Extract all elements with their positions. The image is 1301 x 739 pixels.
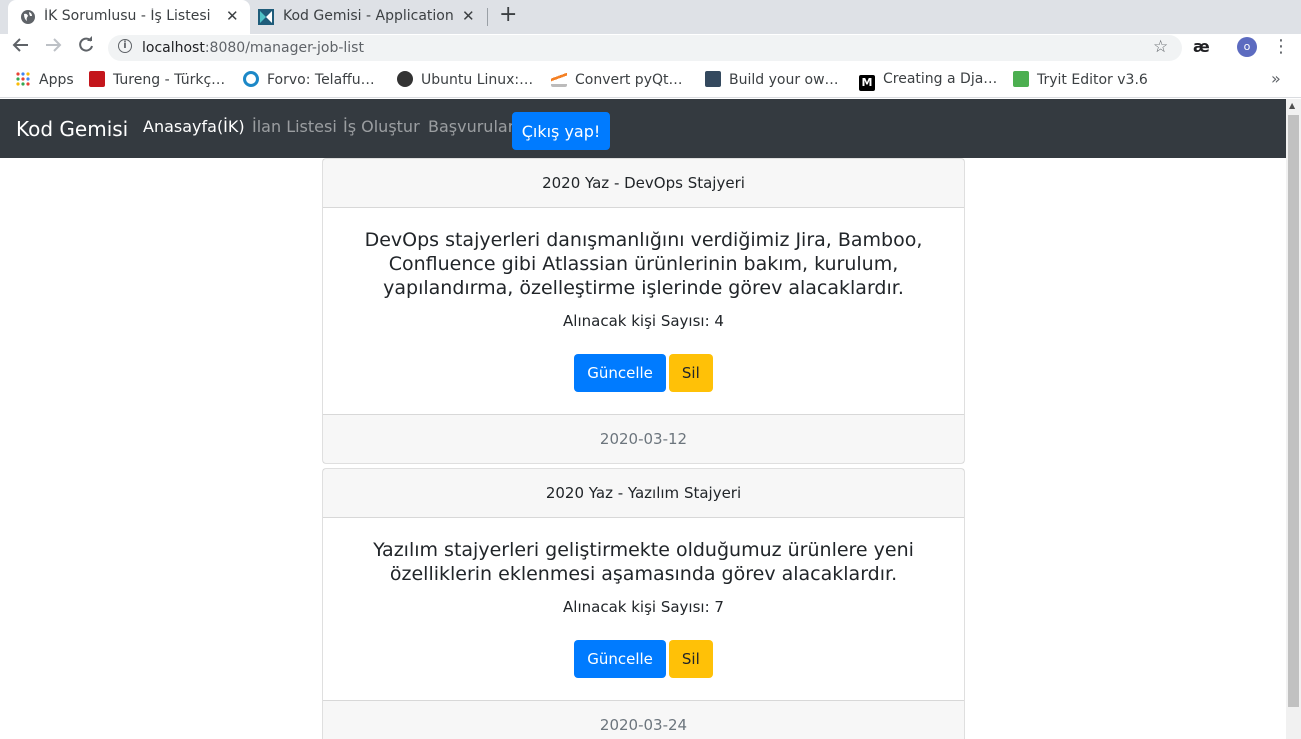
navbar-brand[interactable]: Kod Gemisi [16,117,128,141]
browser-tab[interactable]: Kod Gemisi - Application ✕ [250,0,486,34]
scrollbar-thumb[interactable] [1288,115,1299,707]
new-tab-button[interactable]: + [499,2,517,27]
bookmark-tureng[interactable]: Tureng - Türkç… [89,71,225,88]
job-description: DevOps stajyerleri danışmanlığını verdiğ… [364,229,923,299]
close-icon[interactable]: ✕ [226,7,239,25]
scroll-up-arrow-icon[interactable]: ▲ [1289,101,1295,110]
job-card: 2020 Yaz - DevOps Stajyeri DevOps stajye… [322,158,965,464]
medium-icon: M [859,75,875,91]
logout-button[interactable]: Çıkış yap! [512,112,610,150]
page-viewport: Kod Gemisi Anasayfa(İK) İlan Listesi İş … [0,99,1286,739]
w3schools-icon [1013,71,1029,87]
nav-link-home[interactable]: Anasayfa(İK) [143,117,245,136]
tab-title: Kod Gemisi - Application [283,8,454,24]
tab-title: İK Sorumlusu - İş Listesi [44,8,211,24]
globe-icon [20,9,36,29]
job-headcount: Alınacak kişi Sayısı: 7 [563,598,724,616]
address-url: localhost:8080/manager-job-list [142,40,364,56]
bookmarks-bar: Apps Tureng - Türkç… Forvo: Telaffu… Ubu… [0,62,1301,98]
profile-avatar[interactable]: o [1237,37,1257,57]
bookmarks-overflow-button[interactable]: » [1271,69,1281,88]
bookmark-page-icon [705,71,721,87]
bookmark-apps[interactable]: Apps [15,71,74,88]
reload-icon[interactable] [77,36,95,59]
job-date: 2020-03-12 [323,414,964,463]
stackoverflow-icon [551,71,567,87]
site-navbar: Kod Gemisi Anasayfa(İK) İlan Listesi İş … [0,99,1286,158]
browser-tab-strip: İK Sorumlusu - İş Listesi ✕ Kod Gemisi -… [0,0,1301,34]
nav-link-create-job[interactable]: İş Oluştur [343,117,420,136]
back-arrow-icon[interactable] [12,36,30,59]
bookmark-star-icon[interactable]: ☆ [1153,37,1168,57]
job-title: 2020 Yaz - Yazılım Stajyeri [323,469,964,518]
extension-icon[interactable]: æ [1193,37,1210,56]
close-icon[interactable]: ✕ [462,7,475,25]
job-actions: Güncelle Sil [343,354,944,414]
more-menu-icon[interactable]: ⋮ [1272,36,1290,57]
job-body: DevOps stajyerleri danışmanlığını verdiğ… [323,208,964,414]
bookmark-ubuntu[interactable]: Ubuntu Linux:… [397,71,533,88]
browser-tab-active[interactable]: İK Sorumlusu - İş Listesi ✕ [8,0,250,34]
address-bar[interactable]: i localhost:8080/manager-job-list ☆ [108,35,1182,61]
job-actions: Güncelle Sil [343,640,944,700]
forward-arrow-icon[interactable] [44,36,62,59]
bookmark-convert-pyqt[interactable]: Convert pyQt… [551,71,683,88]
job-card: 2020 Yaz - Yazılım Stajyeri Yazılım staj… [322,468,965,739]
job-date: 2020-03-24 [323,700,964,739]
linux-icon [397,71,413,87]
app-logo-icon [258,9,274,29]
job-title: 2020 Yaz - DevOps Stajyeri [323,159,964,208]
forvo-icon [243,71,259,87]
job-description: Yazılım stajyerleri geliştirmekte olduğu… [373,539,914,585]
job-body: Yazılım stajyerleri geliştirmekte olduğu… [323,518,964,700]
bookmark-forvo[interactable]: Forvo: Telaffu… [243,71,375,88]
update-button[interactable]: Güncelle [574,640,666,678]
nav-link-job-list[interactable]: İlan Listesi [252,117,337,136]
tureng-icon [89,71,105,87]
job-headcount: Alınacak kişi Sayısı: 4 [563,312,724,330]
nav-link-applications[interactable]: Başvurular [428,117,514,136]
tab-divider [487,8,488,26]
bookmark-tryit-editor[interactable]: Tryit Editor v3.6 [1013,71,1148,88]
page-scrollbar[interactable]: ▲ [1286,99,1301,739]
browser-toolbar: i localhost:8080/manager-job-list ☆ [0,34,1301,62]
delete-button[interactable]: Sil [668,640,713,678]
update-button[interactable]: Güncelle [574,354,666,392]
bookmark-build-your-own[interactable]: Build your ow… [705,71,839,88]
info-icon[interactable]: i [118,39,132,53]
apps-grid-icon [15,71,31,87]
delete-button[interactable]: Sil [668,354,713,392]
bookmark-creating-django[interactable]: M Creating a Dja… [859,71,997,91]
